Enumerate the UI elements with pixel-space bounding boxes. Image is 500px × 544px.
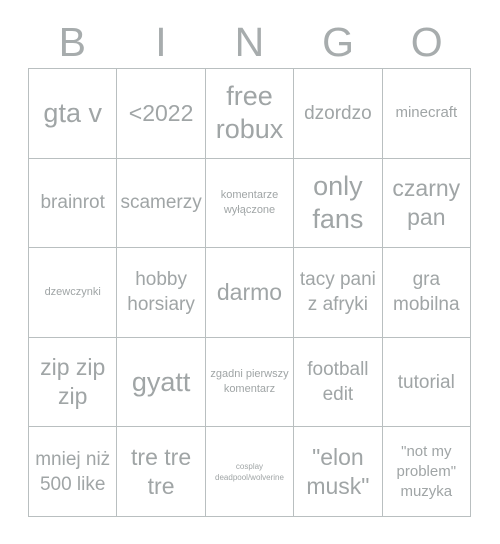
bingo-cell-label: zip zip zip — [40, 354, 106, 410]
bingo-cell-r5c2[interactable]: tre tre tre — [117, 427, 206, 517]
header-letter-i: I — [155, 19, 167, 65]
header-letter-n: N — [234, 19, 265, 65]
bingo-cell-label: "not my problem" muzyka — [396, 442, 457, 500]
bingo-cell-r5c1[interactable]: mniej niż 500 like — [29, 427, 118, 517]
header-letter-b: B — [58, 19, 86, 65]
bingo-cell-r4c5[interactable]: tutorial — [382, 337, 471, 428]
bingo-cell-label: tacy pani z afryki — [299, 269, 376, 316]
bingo-cell-label: zgadni pierwszy komentarz — [210, 368, 289, 396]
bingo-cell-label: komentarze wyłączone — [220, 188, 279, 216]
bingo-cell-r2c5[interactable]: czarny pan — [382, 158, 471, 249]
header-letter-g: G — [322, 19, 355, 65]
bingo-cell-r1c1[interactable]: gta v — [29, 69, 118, 159]
bingo-cell-label: minecraft — [395, 104, 458, 122]
bingo-cell-label: football edit — [307, 359, 369, 406]
bingo-cell-label: tutorial — [397, 371, 455, 393]
bingo-cell-r4c2[interactable]: gyatt — [117, 337, 206, 428]
bingo-cell-r3c1[interactable]: dzewczynki — [29, 248, 118, 338]
bingo-card: B I N G O gta v <2022 free robux dzordzo min… — [0, 0, 500, 544]
bingo-header: B I N G O — [28, 16, 471, 68]
bingo-cell-r1c2[interactable]: <2022 — [117, 69, 206, 159]
bingo-cell-label: gta v — [43, 97, 102, 128]
bingo-cell-r2c4[interactable]: only fans — [294, 158, 383, 249]
bingo-cell-r4c1[interactable]: zip zip zip — [29, 337, 118, 428]
bingo-cell-label: czarny pan — [392, 174, 461, 230]
bingo-cell-r3c2[interactable]: hobby horsiary — [117, 248, 206, 338]
bingo-cell-r2c2[interactable]: scamerzy — [117, 158, 206, 249]
bingo-cell-r4c4[interactable]: football edit — [294, 337, 383, 428]
bingo-cell-r1c3[interactable]: free robux — [205, 69, 295, 159]
bingo-cell-r5c5[interactable]: "not my problem" muzyka — [382, 427, 471, 517]
header-letter-o: O — [410, 19, 443, 65]
bingo-cell-r1c4[interactable]: dzordzo — [294, 69, 383, 159]
bingo-cell-label: hobby horsiary — [127, 269, 195, 316]
bingo-cell-label: dzewczynki — [44, 285, 101, 298]
bingo-cell-label: mniej niż 500 like — [35, 448, 111, 495]
bingo-cell-label: "elon musk" — [306, 443, 370, 499]
bingo-cell-label: cosplay deadpool/wolverine — [215, 461, 284, 482]
bingo-cell-r3c3[interactable]: darmo — [205, 248, 295, 338]
bingo-cell-r2c1[interactable]: brainrot — [29, 158, 118, 249]
bingo-cell-label: <2022 — [128, 99, 194, 126]
bingo-cell-label: free robux — [215, 81, 284, 145]
bingo-cell-label: brainrot — [40, 192, 105, 214]
bingo-cell-label: darmo — [216, 278, 283, 305]
bingo-cell-label: only fans — [312, 170, 364, 234]
bingo-cell-r4c3[interactable]: zgadni pierwszy komentarz — [205, 337, 295, 428]
bingo-grid: gta v <2022 free robux dzordzo minecraft brai… — [28, 68, 471, 517]
bingo-cell-r5c4[interactable]: "elon musk" — [294, 427, 383, 517]
bingo-cell-label: gyatt — [131, 366, 191, 397]
bingo-cell-label: dzordzo — [304, 102, 372, 124]
bingo-cell-label: gra mobilna — [393, 269, 460, 316]
bingo-cell-label: tre tre tre — [131, 443, 192, 499]
bingo-cell-r2c3[interactable]: komentarze wyłączone — [205, 158, 295, 249]
bingo-cell-r3c5[interactable]: gra mobilna — [382, 248, 471, 338]
bingo-cell-label: scamerzy — [120, 192, 202, 214]
bingo-cell-r3c4[interactable]: tacy pani z afryki — [294, 248, 383, 338]
bingo-cell-r5c3[interactable]: cosplay deadpool/wolverine — [205, 427, 295, 517]
bingo-cell-r1c5[interactable]: minecraft — [382, 69, 471, 159]
